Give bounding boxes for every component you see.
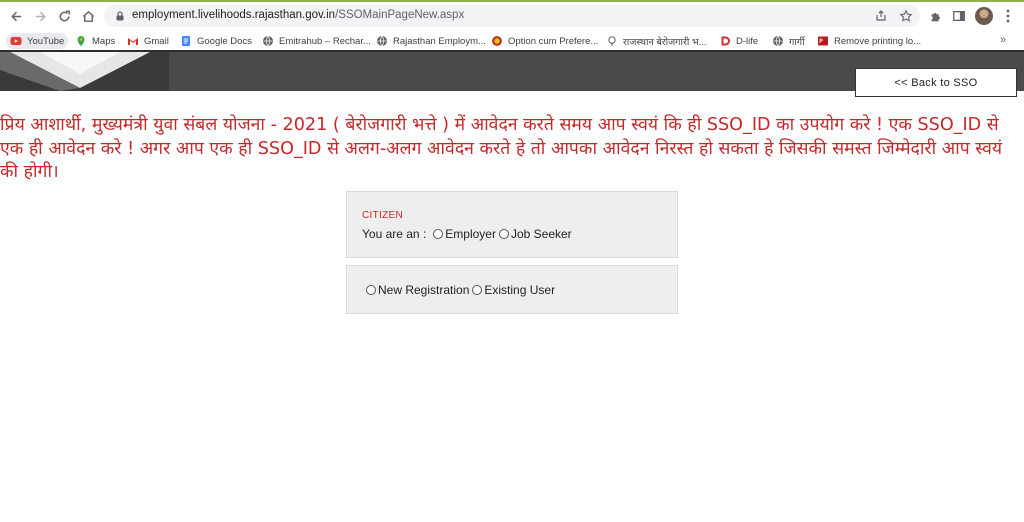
you-are-label: You are an : [362, 227, 427, 241]
back-to-sso-button[interactable]: << Back to SSO [855, 68, 1017, 97]
bookmark-rajasthan-berojgari[interactable]: राजस्थान बेरोजगारी भ... [606, 33, 707, 49]
bookmark-rajasthan-employment[interactable]: Rajasthan Employm... [376, 33, 486, 49]
youtube-icon [10, 37, 22, 45]
browser-chrome: employment.livelihoods.rajasthan.gov.in/… [0, 0, 1024, 50]
bookmark-label: Rajasthan Employm... [393, 35, 486, 47]
globe-icon [263, 35, 273, 47]
star-icon[interactable] [899, 9, 913, 23]
registration-row: New Registration Existing User [366, 283, 555, 297]
new-registration-label[interactable]: New Registration [378, 283, 469, 297]
maps-icon [77, 36, 85, 46]
bookmark-google-docs[interactable]: Google Docs [180, 33, 252, 49]
user-type-panel: CITIZEN You are an : Employer Job Seeker [346, 191, 678, 258]
existing-user-label[interactable]: Existing User [484, 283, 555, 297]
bookmark-gmail[interactable]: Gmail [127, 33, 169, 49]
dlife-icon [721, 36, 730, 46]
existing-user-radio[interactable] [472, 285, 483, 295]
registration-panel: New Registration Existing User [346, 265, 678, 314]
docs-icon [182, 36, 190, 46]
user-type-row: You are an : Employer Job Seeker [362, 227, 572, 241]
job-seeker-radio[interactable] [498, 229, 509, 239]
reload-icon[interactable] [54, 6, 74, 26]
bookmark-remove-printing[interactable]: Remove printing lo... [817, 33, 921, 49]
bookmark-d-life[interactable]: D-life [719, 33, 758, 49]
bookmark-label: Gmail [144, 35, 169, 47]
notice-text: प्रिय आशार्थी, मुख्यमंत्री युवा संबल योज… [0, 115, 1003, 182]
employer-radio[interactable] [433, 229, 444, 239]
header-logo [0, 52, 169, 91]
bookmark-label: Emitrahub – Rechar... [279, 35, 371, 47]
side-panel-icon[interactable] [951, 8, 967, 24]
bookmark-label: D-life [736, 35, 759, 47]
menu-dots-icon[interactable] [1006, 8, 1010, 24]
bookmark-emitrahub[interactable]: Emitrahub – Rechar... [262, 33, 371, 49]
pdf-icon [818, 36, 828, 46]
bookmarks-more-chevron[interactable]: » [1000, 34, 1006, 46]
address-bar[interactable]: employment.livelihoods.rajasthan.gov.in/… [104, 5, 920, 27]
bookmark-label: YouTube [27, 35, 65, 47]
job-seeker-label[interactable]: Job Seeker [511, 227, 572, 241]
emblem-icon [492, 36, 502, 46]
bookmark-label: Maps [92, 35, 116, 47]
bookmarks-bar: YouTube Maps Gmail Google Docs Emitrahub… [0, 30, 1024, 52]
url-path: /SSOMainPageNew.aspx [335, 9, 465, 21]
bookmark-label: Google Docs [197, 35, 252, 47]
bookmark-label: राजस्थान बेरोजगारी भ... [623, 36, 707, 48]
bookmark-youtube[interactable]: YouTube [6, 33, 69, 49]
home-icon[interactable] [78, 6, 98, 26]
gmail-icon [128, 38, 138, 45]
url-host: employment.livelihoods.rajasthan.gov.in [132, 9, 336, 21]
url-text[interactable]: employment.livelihoods.rajasthan.gov.in/… [132, 9, 464, 21]
bookmark-label: Remove printing lo... [834, 35, 922, 47]
bookmark-option-cum-preference[interactable]: Option cum Prefere... [491, 33, 598, 49]
globe-icon [773, 35, 783, 47]
employer-label[interactable]: Employer [445, 227, 496, 241]
bookmark-maps[interactable]: Maps [75, 33, 115, 49]
profile-avatar[interactable] [975, 7, 993, 25]
new-registration-radio[interactable] [366, 285, 376, 295]
bookmark-label: Option cum Prefere... [508, 35, 599, 47]
citizen-label: CITIZEN [362, 210, 403, 221]
globe-icon [377, 35, 387, 47]
forward-arrow-icon[interactable] [30, 6, 50, 26]
lock-icon[interactable] [114, 10, 126, 22]
bookmark-gargi[interactable]: गार्गी [772, 33, 805, 49]
share-icon[interactable] [874, 9, 888, 23]
bulb-icon [608, 36, 616, 46]
back-arrow-icon[interactable] [6, 6, 26, 26]
extensions-icon[interactable] [928, 8, 944, 24]
browser-toolbar: employment.livelihoods.rajasthan.gov.in/… [0, 2, 1024, 30]
bookmark-label: गार्गी [789, 36, 805, 48]
